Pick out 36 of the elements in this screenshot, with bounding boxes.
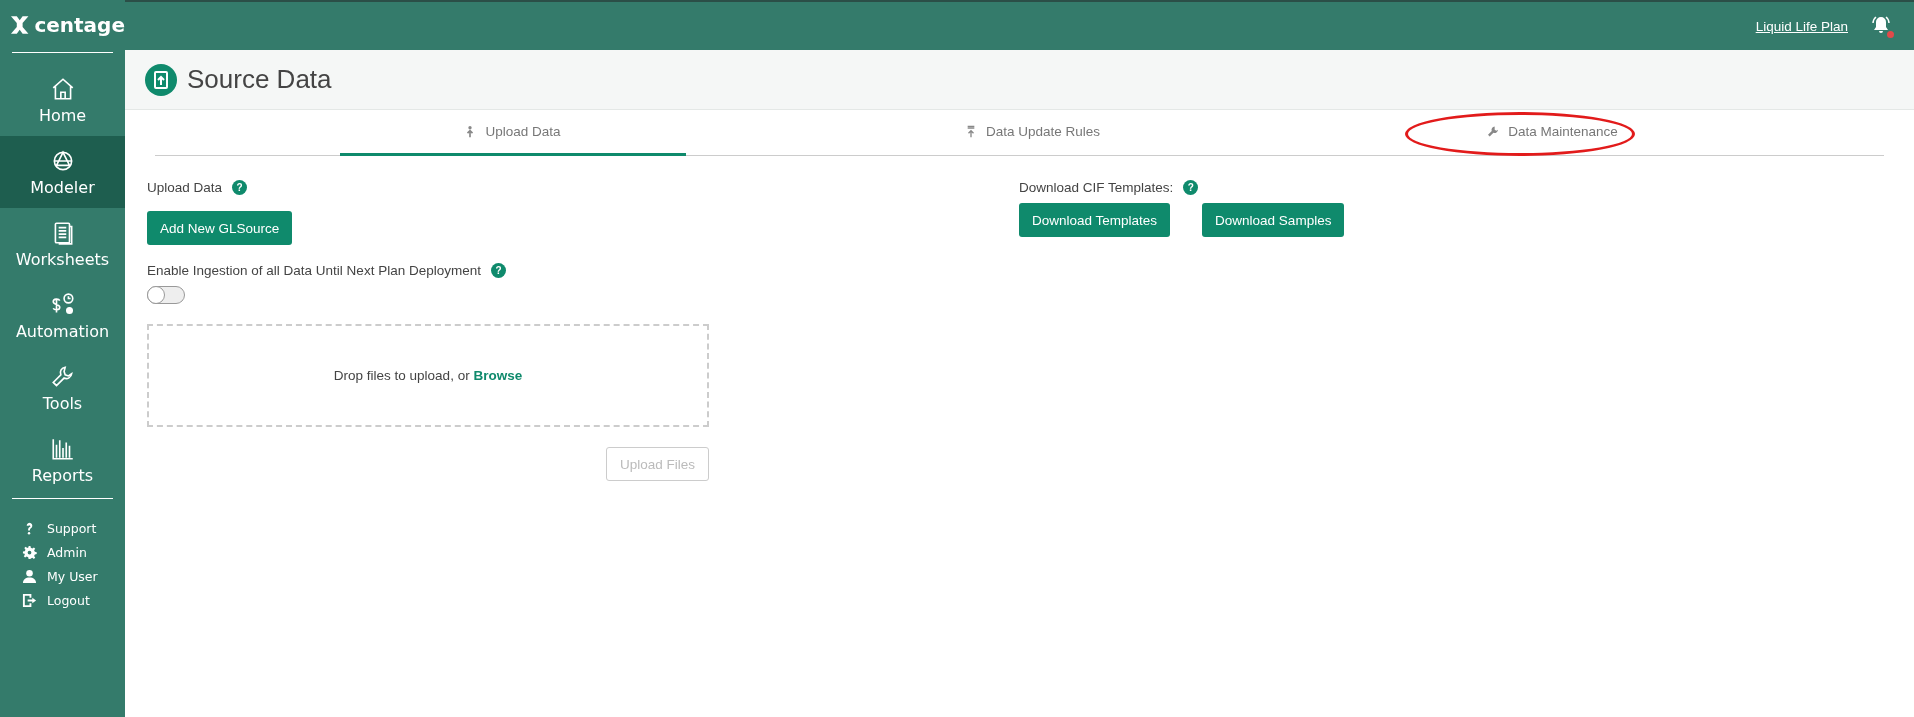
- tab[interactable]: Data Update Rules: [860, 110, 1206, 156]
- add-source-button[interactable]: Add New GLSource: [147, 211, 293, 245]
- tab[interactable]: Data Maintenance: [1380, 110, 1726, 156]
- nav-item[interactable]: Reports: [0, 424, 125, 496]
- nav-item[interactable]: Modeler: [0, 136, 125, 208]
- wrench-icon: [1488, 125, 1499, 138]
- ingestion-label: Enable Ingestion of all Data Until Next Plan Deployment: [147, 263, 481, 278]
- help-icon[interactable]: ?: [490, 263, 506, 278]
- download-button[interactable]: Download Samples: [1202, 203, 1345, 237]
- user-icon: [22, 569, 37, 584]
- section-label: Download CIF Templates:: [1019, 180, 1174, 195]
- footer-nav-item[interactable]: Logout: [22, 593, 125, 608]
- download-button[interactable]: Download Templates: [1019, 203, 1171, 237]
- nav-item[interactable]: Automation: [0, 280, 125, 352]
- wrench-icon: [49, 363, 76, 390]
- logout-icon: [22, 593, 37, 608]
- toggle-switch[interactable]: [147, 286, 185, 304]
- page-title: Source Data: [187, 64, 332, 95]
- nav-item[interactable]: Tools: [0, 352, 125, 424]
- section-label: Upload Data: [147, 180, 223, 195]
- gear-icon: [22, 545, 37, 560]
- upload-icon: [145, 63, 177, 96]
- nav-item[interactable]: Worksheets: [0, 208, 125, 280]
- tab[interactable]: Upload Data: [340, 110, 686, 156]
- help-icon[interactable]: ?: [232, 180, 248, 195]
- bell-icon[interactable]: [1870, 14, 1894, 38]
- plan-link[interactable]: Liquid Life Plan: [1755, 18, 1848, 34]
- footer-nav-item[interactable]: Support: [22, 521, 125, 536]
- drop-text: Drop files to upload, or Browse: [333, 368, 523, 383]
- footer-nav-item[interactable]: Admin: [22, 545, 125, 560]
- help-icon[interactable]: ?: [1183, 180, 1199, 195]
- brand-name: centage: [34, 13, 125, 37]
- logo-icon: [10, 14, 30, 36]
- drop-zone[interactable]: Drop files to upload, or Browse: [147, 324, 709, 427]
- nav-item[interactable]: Home: [0, 64, 125, 136]
- footer-nav-item[interactable]: My User: [22, 569, 125, 584]
